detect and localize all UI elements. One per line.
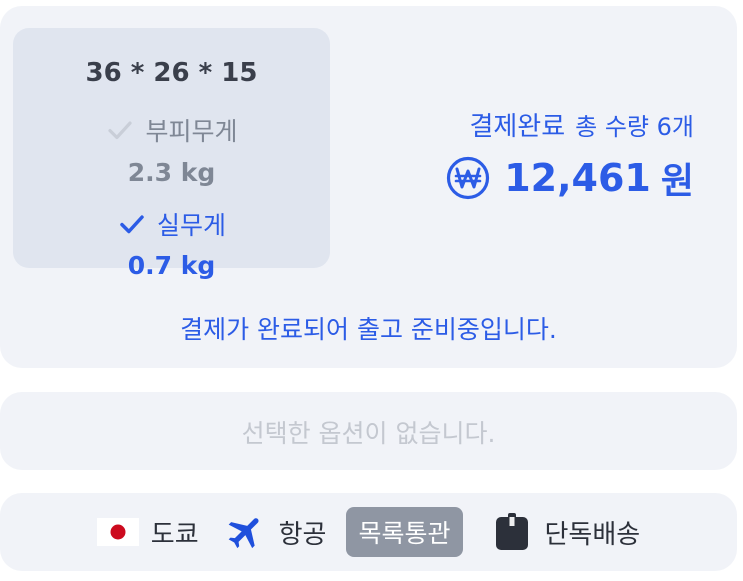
no-options-message: 선택한 옵션이 없습니다.: [241, 419, 496, 448]
order-status-message: 결제가 완료되어 출고 준비중입니다.: [180, 315, 557, 344]
origin-city: 도쿄: [150, 519, 199, 550]
currency-unit: 원: [660, 161, 694, 202]
customs-badge: 목록통관: [346, 507, 463, 557]
shipping-method: 항공: [278, 519, 327, 550]
won-circle-icon: [447, 156, 490, 200]
payment-amount: 12,461 원: [446, 152, 694, 204]
volumetric-weight-option: 부피무게: [13, 112, 330, 148]
payment-summary: 결제완료 총 수량 6개: [469, 106, 694, 143]
actual-weight-value: 0.7 kg: [127, 251, 216, 280]
box-icon: [495, 513, 528, 550]
actual-weight-label: 실무게: [156, 211, 226, 240]
amount-value: 12,461: [504, 156, 651, 200]
actual-weight-option: 실무게: [13, 206, 330, 242]
volumetric-weight-value: 2.3 kg: [127, 158, 216, 187]
total-quantity: 총 수량 6개: [575, 113, 694, 141]
order-summary-card: 36 * 26 * 15 부피무게 2.3 kg 실무게 0.7 kg 결제완료…: [0, 6, 737, 368]
weight-info-box: 36 * 26 * 15 부피무게 2.3 kg 실무게 0.7 kg: [13, 28, 330, 280]
check-icon: [108, 121, 133, 140]
payment-status: 결제완료: [469, 112, 566, 142]
japan-flag-icon: [96, 518, 139, 546]
shipping-info-row: 도쿄 항공 목록통관 단독배송: [0, 493, 737, 571]
volumetric-weight-label: 부피무게: [145, 117, 238, 146]
options-card: 선택한 옵션이 없습니다.: [0, 392, 737, 470]
check-icon: [120, 215, 144, 234]
shipping-info-card: 도쿄 항공 목록통관 단독배송: [0, 493, 737, 571]
package-dimensions: 36 * 26 * 15: [85, 58, 258, 88]
airplane-icon: [228, 518, 259, 549]
delivery-type: 단독배송: [544, 519, 641, 550]
